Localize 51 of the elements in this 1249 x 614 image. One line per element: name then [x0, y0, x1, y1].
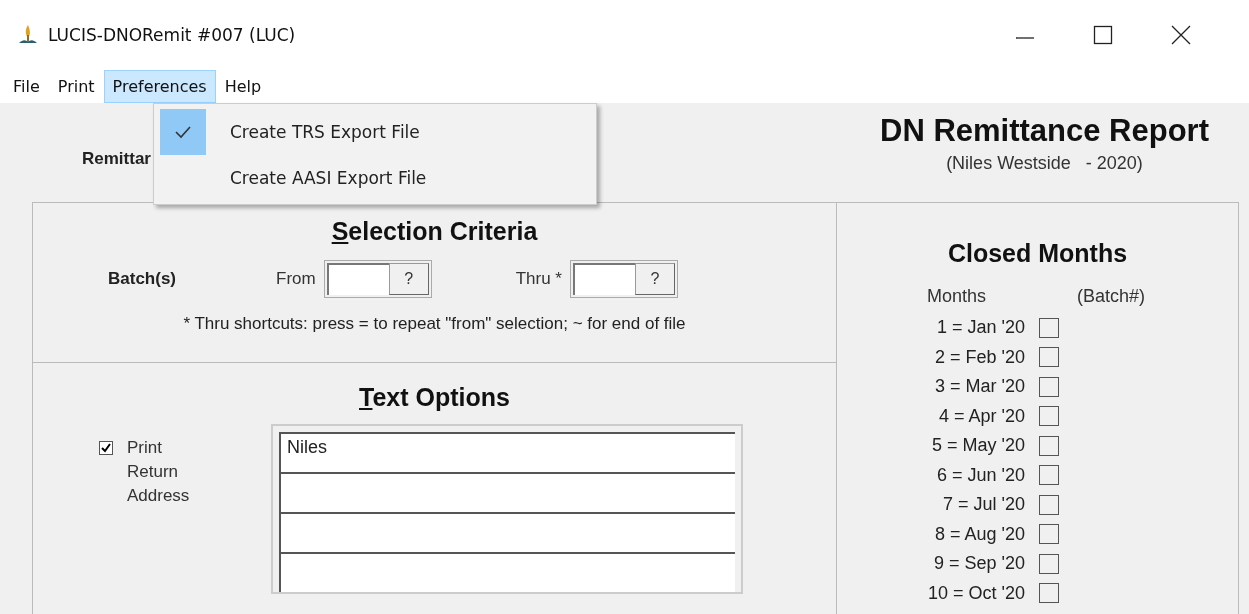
month-label: 1 = Jan '20: [936, 317, 1025, 339]
month-label: 9 = Sep '20: [933, 553, 1025, 575]
form-label: Remittar: [82, 149, 151, 169]
menu-item[interactable]: File: [4, 70, 49, 103]
checkbox[interactable]: [1039, 376, 1059, 397]
column-header: Months: [927, 286, 988, 307]
menu-option[interactable]: Create AASI Export File: [230, 168, 427, 188]
range-label: Thru *: [515, 269, 562, 289]
checkbox-label: Print Return Address: [127, 437, 191, 507]
lookup-button[interactable]: ?: [634, 263, 675, 295]
checkbox[interactable]: [1039, 494, 1059, 515]
month-label: 7 = Jul '20: [942, 494, 1025, 516]
month-label: 4 = Apr '20: [938, 405, 1025, 427]
address-field[interactable]: [279, 512, 735, 552]
menu-item[interactable]: Print: [48, 70, 104, 103]
range-label: From: [276, 269, 316, 289]
month-label: 6 = Jun '20: [936, 464, 1025, 486]
menu-item[interactable]: Help: [215, 70, 271, 103]
batch-field[interactable]: [572, 263, 635, 295]
checkbox[interactable]: [1039, 406, 1059, 427]
column-header: (Batch#): [1077, 286, 1146, 307]
checkbox[interactable]: [1039, 317, 1059, 338]
address-field[interactable]: Niles: [279, 432, 735, 472]
close-icon[interactable]: [1171, 25, 1191, 45]
checkbox[interactable]: [99, 441, 113, 455]
checkbox[interactable]: [1039, 435, 1059, 456]
maximize-icon[interactable]: [1093, 25, 1113, 45]
lookup-button[interactable]: ?: [388, 263, 429, 295]
checkbox[interactable]: [1039, 553, 1059, 574]
checkbox[interactable]: [1039, 583, 1059, 604]
month-label: 10 = Oct '20: [927, 582, 1025, 604]
report-title: DN Remittance Report: [880, 113, 1209, 149]
report-subtitle: (Niles Westside - 2020): [946, 153, 1143, 174]
month-label: 8 = Aug '20: [933, 523, 1025, 545]
section-heading: Text Options: [359, 383, 510, 412]
menu-option[interactable]: Create TRS Export File: [230, 122, 420, 142]
address-field[interactable]: [279, 472, 735, 512]
checkbox[interactable]: [1039, 347, 1059, 368]
window-title: LUCIS-DNORemit #007 (LUC): [48, 25, 296, 45]
shortcut-note: * Thru shortcuts: press = to repeat "from" selection; ~ for end of file: [183, 314, 686, 334]
address-field[interactable]: [279, 552, 735, 592]
section-heading: Selection Criteria: [331, 217, 538, 246]
batch-field[interactable]: [326, 263, 389, 295]
month-label: 5 = May '20: [931, 435, 1025, 457]
checkbox[interactable]: [1039, 524, 1059, 545]
month-label: 3 = Mar '20: [934, 376, 1025, 398]
section-heading: Closed Months: [947, 239, 1128, 268]
checkbox[interactable]: [1039, 465, 1059, 486]
batch-label: Batch(s): [108, 269, 177, 289]
month-label: 2 = Feb '20: [934, 346, 1025, 368]
menu-item[interactable]: Preferences: [103, 70, 216, 103]
